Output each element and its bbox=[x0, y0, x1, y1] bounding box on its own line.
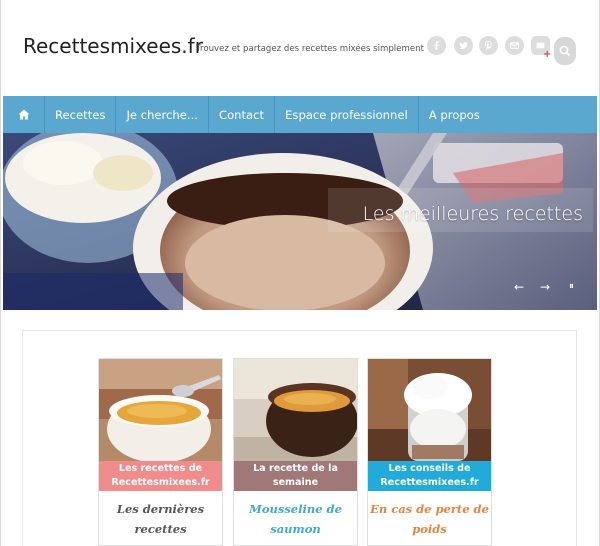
card-title[interactable]: Mousseline de saumon bbox=[234, 499, 357, 539]
home-icon bbox=[18, 109, 29, 120]
email-icon[interactable] bbox=[505, 36, 524, 55]
nav-item-contact[interactable]: Contact bbox=[209, 96, 276, 133]
site-title[interactable]: Recettesmixees.fr bbox=[23, 34, 203, 58]
search-button[interactable] bbox=[554, 37, 576, 65]
plus-icon: + bbox=[543, 49, 552, 60]
nav-item-je-cherche[interactable]: Je cherche... bbox=[116, 96, 209, 133]
card-banner: La recette de la semaine bbox=[234, 461, 357, 491]
nav-item-a-propos[interactable]: A propos bbox=[419, 96, 490, 133]
hero-prev-button[interactable]: ← bbox=[514, 280, 524, 294]
card-title[interactable]: En cas de perte de poids bbox=[368, 499, 491, 539]
card-image bbox=[234, 359, 357, 461]
card-recette-semaine[interactable]: La recette de la semaine Mousseline de s… bbox=[233, 358, 358, 546]
card-dernieres-recettes[interactable]: Les recettes de Recettesmixees.fr Les de… bbox=[98, 358, 223, 546]
card-conseils[interactable]: Les conseils de Recettesmixees.fr En cas… bbox=[367, 358, 492, 546]
main-nav: Recettes Je cherche... Contact Espace pr… bbox=[3, 96, 597, 133]
search-icon bbox=[559, 45, 571, 57]
card-image bbox=[99, 359, 222, 461]
nav-item-espace-professionnel[interactable]: Espace professionnel bbox=[275, 96, 419, 133]
site-tagline: Trouvez et partagez des recettes mixées … bbox=[196, 44, 424, 54]
site-header: Recettesmixees.fr Trouvez et partagez de… bbox=[0, 0, 600, 96]
hero-slider[interactable]: Les meilleures recettes ← → ⏸ bbox=[3, 133, 597, 310]
facebook-icon[interactable] bbox=[427, 36, 446, 55]
card-banner: Les conseils de Recettesmixees.fr bbox=[368, 461, 491, 491]
nav-item-recettes[interactable]: Recettes bbox=[45, 96, 117, 133]
hero-pause-button[interactable]: ⏸ bbox=[569, 281, 574, 292]
card-banner: Les recettes de Recettesmixees.fr bbox=[99, 461, 222, 491]
hero-next-button[interactable]: → bbox=[540, 280, 550, 294]
nav-home[interactable] bbox=[3, 96, 45, 133]
twitter-icon[interactable] bbox=[454, 36, 473, 55]
card-image bbox=[368, 359, 491, 461]
pinterest-icon[interactable] bbox=[479, 36, 498, 55]
hero-caption: Les meilleures recettes bbox=[362, 203, 583, 225]
card-title[interactable]: Les dernières recettes bbox=[99, 499, 222, 539]
